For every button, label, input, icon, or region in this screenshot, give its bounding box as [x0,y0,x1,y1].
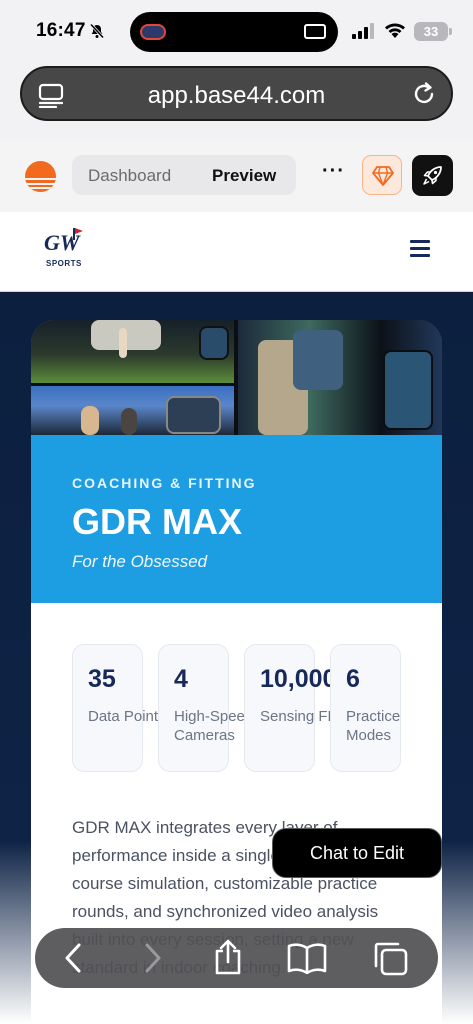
status-time: 16:47 [36,20,86,41]
app-logo-icon [25,161,56,192]
simulator-photo-3 [238,320,442,435]
logo-subtext: SPORTS [46,259,82,268]
back-icon[interactable] [63,942,83,974]
upgrade-button[interactable] [362,155,402,195]
stat-card: 35 Data Points [72,644,166,772]
tabs-overview-icon[interactable] [372,940,408,976]
browser-url-area: app.base44.com [0,64,473,140]
address-bar[interactable]: app.base44.com [20,66,453,121]
product-card: COACHING & FITTING GDR MAX For the Obses… [31,320,442,1024]
rocket-icon [423,166,442,185]
cellular-signal-icon [352,23,374,39]
dynamic-island [130,12,338,52]
stat-label: Practice Modes [346,708,401,744]
status-bar: 16:47 33 [0,0,473,64]
stat-value: 6 [346,665,360,693]
share-icon[interactable] [212,938,244,976]
recording-indicator-icon [140,24,166,40]
stat-card: 10,000 Sensing FPS [244,644,348,772]
reload-icon[interactable] [411,81,437,107]
hero-title: GDR MAX [72,501,242,542]
battery-icon: 33 [414,22,452,41]
view-switcher: Dashboard Preview [72,155,296,195]
chat-to-edit-button[interactable]: Chat to Edit [272,828,442,878]
browser-bottom-nav [35,928,438,988]
stat-card: 6 Practice Modes [330,644,401,772]
app-toolbar: Dashboard Preview ··· [0,140,473,212]
tab-preview[interactable]: Preview [212,166,276,186]
hero-banner: COACHING & FITTING GDR MAX For the Obses… [31,435,442,603]
tab-dashboard[interactable]: Dashboard [88,166,171,186]
stat-value: 35 [88,665,116,693]
simulator-photo-2 [31,386,234,435]
hero-eyebrow: COACHING & FITTING [72,475,257,491]
forward-icon[interactable] [143,942,163,974]
more-options-button[interactable]: ··· [322,160,345,183]
photo-collage [31,320,442,435]
publish-button[interactable] [412,155,453,196]
wifi-icon [385,23,405,38]
flag-icon [73,228,83,240]
stat-value: 4 [174,665,188,693]
url-text[interactable]: app.base44.com [22,82,451,110]
gem-icon [372,166,394,186]
hero-tagline: For the Obsessed [72,552,208,571]
site-header: GW SPORTS [0,212,473,292]
stats-row: 35 Data Points 4 High-Speed Cameras 10,0… [72,644,412,772]
stat-card: 4 High-Speed Cameras [158,644,253,772]
stat-value: 10,000 [260,665,337,693]
bookmarks-icon[interactable] [287,942,327,974]
hamburger-menu-icon[interactable] [410,240,430,258]
screen-mirror-icon [304,24,326,39]
bell-slash-icon [89,23,105,39]
simulator-photo-1 [31,320,234,383]
